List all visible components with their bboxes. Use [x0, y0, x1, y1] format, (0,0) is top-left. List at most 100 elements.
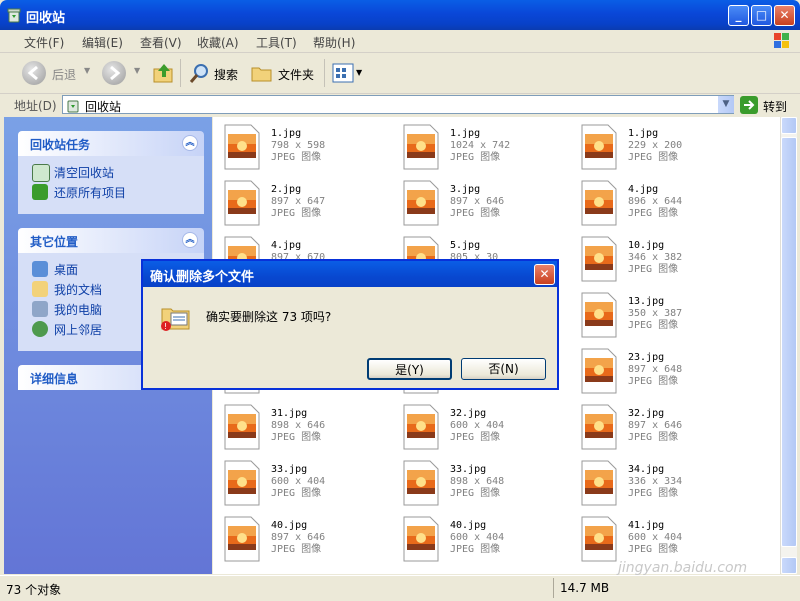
file-item[interactable]: 32.jpg 600 x 404 JPEG 图像	[402, 404, 572, 456]
file-item[interactable]: 32.jpg 897 x 646 JPEG 图像	[580, 404, 750, 456]
jpeg-file-icon	[580, 348, 618, 394]
file-name: 41.jpg	[628, 520, 665, 531]
jpeg-file-icon	[580, 516, 618, 562]
scroll-thumb[interactable]	[781, 137, 797, 547]
menu-favorites[interactable]: 收藏(A)	[197, 34, 239, 51]
title-bar[interactable]: 回收站 _ □ ✕	[0, 0, 800, 30]
menu-tools[interactable]: 工具(T)	[256, 34, 297, 51]
file-dimensions: 898 x 648	[450, 476, 505, 487]
forward-arrow-icon[interactable]	[102, 61, 126, 85]
up-folder-icon[interactable]	[152, 61, 176, 85]
status-divider	[553, 578, 554, 598]
collapse-chevron-icon[interactable]: ︽	[182, 135, 198, 151]
file-dimensions: 897 x 646	[628, 420, 683, 431]
file-dimensions: 897 x 646	[450, 196, 505, 207]
views-dropdown-icon[interactable]: ▼	[356, 68, 362, 77]
menu-view[interactable]: 查看(V)	[140, 34, 182, 51]
restore-all-link[interactable]: 还原所有项目	[54, 184, 126, 201]
file-item[interactable]: 10.jpg 346 x 382 JPEG 图像	[580, 236, 750, 288]
recycle-bin-icon	[6, 7, 22, 23]
file-item[interactable]: 34.jpg 336 x 334 JPEG 图像	[580, 460, 750, 512]
file-type: JPEG 图像	[628, 376, 679, 387]
minimize-button[interactable]: _	[728, 5, 749, 26]
address-dropdown-icon[interactable]: ▼	[718, 96, 734, 113]
file-name: 13.jpg	[628, 296, 665, 307]
file-name: 32.jpg	[450, 408, 487, 419]
other-places-header[interactable]: 其它位置 ︽	[18, 228, 204, 253]
watermark: jingyan.baidu.com	[618, 560, 748, 576]
file-name: 33.jpg	[271, 464, 308, 475]
search-button-label[interactable]: 搜索	[214, 66, 238, 83]
file-type: JPEG 图像	[271, 544, 322, 555]
file-name: 3.jpg	[450, 184, 481, 195]
maximize-button[interactable]: □	[751, 5, 772, 26]
confirm-delete-dialog[interactable]: 确认删除多个文件 ✕ ! 确实要删除这 73 项吗? 是(Y) 否(N)	[141, 259, 559, 390]
yes-button[interactable]: 是(Y)	[367, 358, 452, 380]
file-dimensions: 600 x 404	[450, 532, 505, 543]
menu-file[interactable]: 文件(F)	[24, 34, 64, 51]
file-item[interactable]: 1.jpg 229 x 200 JPEG 图像	[580, 124, 750, 176]
file-item[interactable]: 1.jpg 798 x 598 JPEG 图像	[223, 124, 393, 176]
dialog-title-bar[interactable]: 确认删除多个文件 ✕	[143, 261, 557, 287]
file-name: 33.jpg	[450, 464, 487, 475]
file-item[interactable]: 40.jpg 897 x 646 JPEG 图像	[223, 516, 393, 568]
scroll-down-button[interactable]	[781, 557, 797, 574]
empty-recycle-bin-link[interactable]: 清空回收站	[54, 164, 114, 181]
my-computer-link[interactable]: 我的电脑	[54, 301, 102, 318]
go-arrow-icon[interactable]	[740, 96, 758, 114]
back-button-label[interactable]: 后退	[52, 66, 76, 83]
file-item[interactable]: 4.jpg 896 x 644 JPEG 图像	[580, 180, 750, 232]
file-dimensions: 346 x 382	[628, 252, 683, 263]
jpeg-file-icon	[580, 404, 618, 450]
desktop-link[interactable]: 桌面	[54, 261, 78, 278]
scroll-up-button[interactable]	[781, 117, 797, 134]
views-icon[interactable]	[332, 62, 354, 84]
recycle-bin-icon	[65, 97, 81, 113]
address-input[interactable]: 回收站 ▼	[62, 95, 734, 114]
recycle-tasks-header[interactable]: 回收站任务 ︽	[18, 131, 204, 156]
jpeg-file-icon	[580, 236, 618, 282]
file-name: 1.jpg	[271, 128, 302, 139]
file-item[interactable]: 2.jpg 897 x 647 JPEG 图像	[223, 180, 393, 232]
file-name: 40.jpg	[450, 520, 487, 531]
file-item[interactable]: 33.jpg 898 x 648 JPEG 图像	[402, 460, 572, 512]
file-name: 10.jpg	[628, 240, 665, 251]
dialog-title: 确认删除多个文件	[150, 270, 255, 285]
file-item[interactable]: 31.jpg 898 x 646 JPEG 图像	[223, 404, 393, 456]
file-item[interactable]: 1.jpg 1024 x 742 JPEG 图像	[402, 124, 572, 176]
file-item[interactable]: 3.jpg 897 x 646 JPEG 图像	[402, 180, 572, 232]
dialog-close-button[interactable]: ✕	[534, 264, 555, 285]
collapse-chevron-icon[interactable]: ︽	[182, 232, 198, 248]
menu-help[interactable]: 帮助(H)	[313, 34, 355, 51]
close-button[interactable]: ✕	[774, 5, 795, 26]
recycle-tasks-title: 回收站任务	[30, 138, 91, 152]
file-dimensions: 229 x 200	[628, 140, 683, 151]
folders-icon[interactable]	[250, 61, 274, 85]
go-button-label[interactable]: 转到	[763, 98, 787, 115]
file-name: 32.jpg	[628, 408, 665, 419]
back-dropdown-icon[interactable]: ▼	[84, 66, 90, 75]
forward-dropdown-icon[interactable]: ▼	[134, 66, 140, 75]
vertical-scrollbar[interactable]	[780, 117, 797, 574]
no-button[interactable]: 否(N)	[461, 358, 546, 380]
network-places-link[interactable]: 网上邻居	[54, 321, 102, 338]
file-type: JPEG 图像	[450, 208, 501, 219]
file-type: JPEG 图像	[271, 208, 322, 219]
file-type: JPEG 图像	[271, 488, 322, 499]
folders-button-label[interactable]: 文件夹	[278, 66, 314, 83]
file-dimensions: 1024 x 742	[450, 140, 511, 151]
menu-edit[interactable]: 编辑(E)	[82, 34, 123, 51]
jpeg-file-icon	[223, 460, 261, 506]
file-item[interactable]: 33.jpg 600 x 404 JPEG 图像	[223, 460, 393, 512]
toolbar-separator	[324, 59, 325, 87]
file-type: JPEG 图像	[628, 544, 679, 555]
file-dimensions: 897 x 646	[271, 532, 326, 543]
my-documents-link[interactable]: 我的文档	[54, 281, 102, 298]
jpeg-file-icon	[580, 180, 618, 226]
file-item[interactable]: 40.jpg 600 x 404 JPEG 图像	[402, 516, 572, 568]
file-item[interactable]: 23.jpg 897 x 648 JPEG 图像	[580, 348, 750, 400]
search-icon[interactable]	[188, 61, 212, 85]
file-dimensions: 600 x 404	[628, 532, 683, 543]
back-arrow-icon[interactable]	[22, 61, 46, 85]
file-item[interactable]: 13.jpg 350 x 387 JPEG 图像	[580, 292, 750, 344]
